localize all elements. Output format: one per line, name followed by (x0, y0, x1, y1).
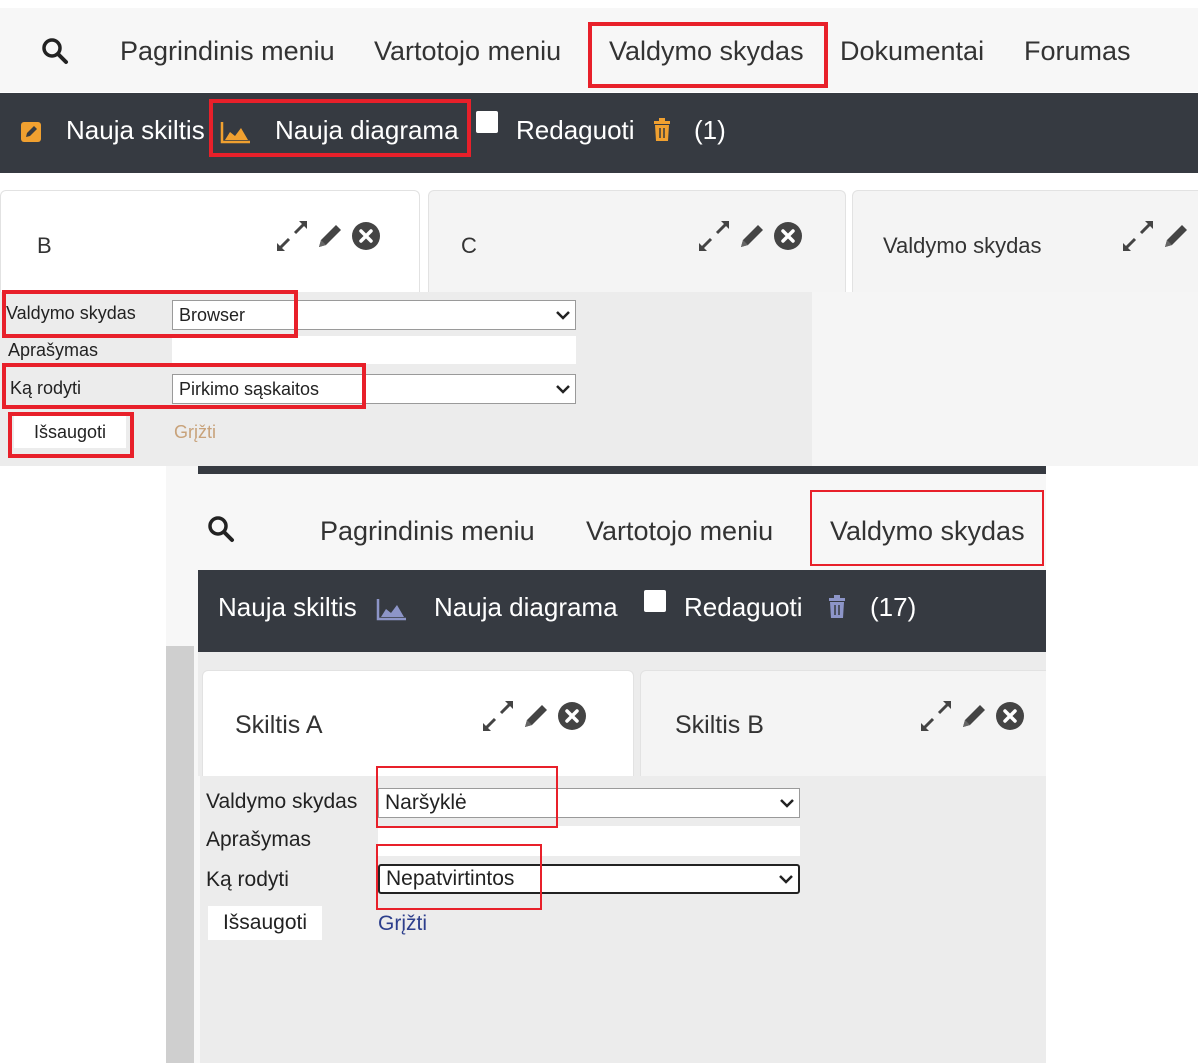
area-chart-icon (220, 119, 252, 145)
top-navigation: Pagrindinis meniu Vartotojo meniu Valdym… (198, 476, 1046, 570)
tab-icons (481, 701, 587, 731)
tab-b[interactable]: B (0, 190, 420, 295)
nav-item-dashboard[interactable]: Valdymo skydas (830, 516, 1025, 547)
column-edit-form: Valdymo skydas Naršyklė Aprašymas Ką rod… (200, 776, 1046, 1063)
dashboard-toolbar: Nauja skiltis Nauja diagrama Redaguoti (… (0, 93, 1198, 173)
form-side-white (812, 292, 1198, 466)
chevron-down-icon (775, 798, 799, 808)
description-input[interactable] (172, 336, 576, 364)
screenshot-bottom: Pagrindinis meniu Vartotojo meniu Valdym… (166, 466, 1046, 1063)
expand-icon[interactable] (697, 221, 731, 251)
new-column-button[interactable]: Nauja skiltis (218, 592, 357, 623)
close-circle-icon[interactable] (995, 701, 1025, 731)
close-circle-icon[interactable] (351, 221, 381, 251)
tab-skiltis-b[interactable]: Skiltis B (640, 670, 1046, 779)
save-button[interactable]: Išsaugoti (208, 906, 322, 940)
save-button[interactable]: Išsaugoti (14, 416, 126, 448)
pencil-icon[interactable] (737, 221, 767, 251)
edit-label[interactable]: Redaguoti (516, 115, 635, 146)
dashboard-label: Valdymo skydas (206, 790, 358, 813)
expand-icon[interactable] (1121, 221, 1155, 251)
description-label: Aprašymas (8, 340, 99, 360)
edit-label[interactable]: Redaguoti (684, 592, 803, 623)
show-label: Ką rodyti (206, 868, 289, 891)
edit-checkbox[interactable] (644, 590, 666, 612)
show-select-value: Pirkimo sąskaitos (179, 378, 320, 399)
back-link[interactable]: Grįžti (174, 422, 216, 443)
column-edit-form: Valdymo skydas Browser Aprašymas Ką rody… (0, 292, 1198, 466)
tab-title: B (37, 233, 52, 258)
show-select[interactable]: Nepatvirtintos (378, 864, 800, 894)
edit-square-icon (18, 119, 44, 145)
top-navigation: Pagrindinis meniu Vartotojo meniu Valdym… (0, 8, 1198, 92)
dashboard-label: Valdymo skydas (6, 303, 136, 323)
chevron-down-icon (774, 874, 798, 884)
nav-item-main-menu[interactable]: Pagrindinis meniu (320, 516, 535, 547)
new-chart-button[interactable]: Nauja diagrama (434, 592, 618, 623)
show-select-value: Nepatvirtintos (386, 867, 515, 890)
expand-icon[interactable] (275, 221, 309, 251)
trash-icon[interactable] (826, 594, 848, 620)
edit-checkbox[interactable] (476, 111, 498, 133)
nav-item-dashboard[interactable]: Valdymo skydas (609, 36, 804, 67)
tab-title: Skiltis B (675, 711, 764, 739)
tab-dashboard[interactable]: Valdymo skydas (852, 190, 1198, 295)
expand-icon[interactable] (919, 701, 953, 731)
dashboard-select[interactable]: Naršyklė (378, 788, 800, 818)
column-tabs: B C Valdymo skydas (0, 174, 1198, 295)
pencil-icon[interactable] (521, 701, 551, 731)
new-chart-button[interactable]: Nauja diagrama (275, 115, 459, 146)
trash-count: (17) (870, 592, 917, 622)
show-select[interactable]: Pirkimo sąskaitos (172, 374, 576, 404)
area-chart-icon (376, 596, 408, 622)
tab-icons (697, 221, 803, 251)
description-input[interactable] (378, 826, 800, 856)
dashboard-select-value: Browser (179, 304, 246, 325)
pencil-icon[interactable] (1161, 221, 1191, 251)
search-icon[interactable] (38, 34, 72, 68)
tab-title: Valdymo skydas (883, 233, 1042, 258)
show-label: Ką rodyti (10, 378, 82, 398)
dashboard-select-value: Naršyklė (385, 791, 467, 814)
nav-item-main-menu[interactable]: Pagrindinis meniu (120, 36, 335, 67)
screenshot-top: Pagrindinis meniu Vartotojo meniu Valdym… (0, 0, 1198, 466)
tab-skiltis-a[interactable]: Skiltis A (202, 670, 634, 779)
column-tabs: Skiltis A Skiltis B (198, 652, 1046, 779)
top-dark-strip (198, 466, 1046, 474)
tab-title: C (461, 233, 477, 258)
nav-item-documents[interactable]: Dokumentai (840, 36, 984, 67)
left-gray-strip (166, 646, 194, 1063)
dashboard-select[interactable]: Browser (172, 300, 576, 330)
close-circle-icon[interactable] (557, 701, 587, 731)
tab-icons (919, 701, 1025, 731)
nav-item-user-menu[interactable]: Vartotojo meniu (374, 36, 561, 67)
trash-icon[interactable] (651, 117, 673, 143)
tab-icons (1121, 221, 1191, 251)
chevron-down-icon (551, 310, 575, 320)
pencil-icon[interactable] (959, 701, 989, 731)
search-icon[interactable] (204, 512, 238, 546)
dashboard-toolbar: Nauja skiltis Nauja diagrama Redaguoti (… (198, 570, 1046, 652)
back-link[interactable]: Grįžti (378, 912, 427, 936)
tab-icons (275, 221, 381, 251)
chevron-down-icon (551, 384, 575, 394)
nav-item-forums[interactable]: Forumas (1024, 36, 1131, 67)
pencil-icon[interactable] (315, 221, 345, 251)
close-circle-icon[interactable] (773, 221, 803, 251)
tab-c[interactable]: C (428, 190, 846, 295)
nav-item-user-menu[interactable]: Vartotojo meniu (586, 516, 773, 547)
description-label: Aprašymas (206, 828, 312, 851)
expand-icon[interactable] (481, 701, 515, 731)
trash-count: (1) (694, 115, 726, 145)
new-column-button[interactable]: Nauja skiltis (66, 115, 205, 146)
tab-title: Skiltis A (235, 711, 323, 739)
